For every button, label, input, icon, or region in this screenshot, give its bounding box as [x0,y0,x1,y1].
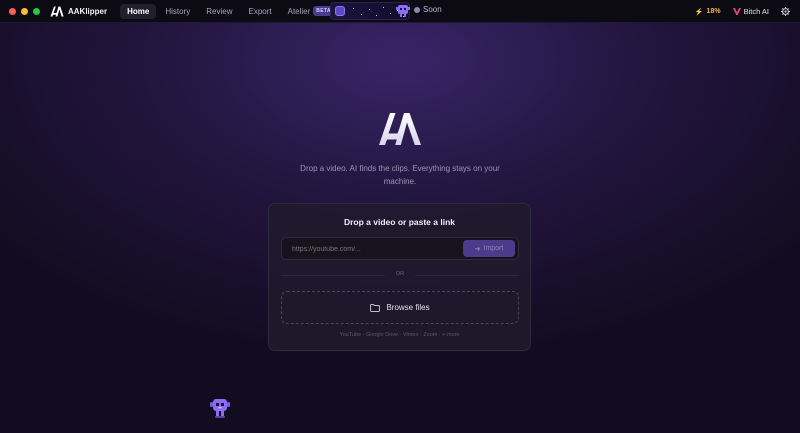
import-card-title: Drop a video or paste a link [343,217,455,227]
import-card[interactable]: Drop a video or paste a link ➜ Import OR… [268,203,531,351]
sparkle [353,8,354,9]
browse-files-button[interactable]: Browse files [281,291,519,324]
hero-logo-icon [379,113,421,145]
nav-export[interactable]: Export [241,4,278,19]
import-button[interactable]: ➜ Import [463,240,515,257]
bolt-icon: ⚡ [694,8,704,16]
hero-tagline: Drop a video. AI finds the clips. Everyt… [300,164,500,186]
v-logo-icon [732,8,741,15]
app-brand[interactable]: AAKlipper [50,6,107,17]
sparkle [390,13,391,14]
mascot-icon[interactable] [210,396,230,420]
nav-home[interactable]: Home [120,3,157,19]
sparkle [383,7,384,8]
ai-menu[interactable]: Bitch AI [732,7,769,16]
gear-icon[interactable] [781,7,790,16]
url-field[interactable]: ➜ Import [281,237,519,261]
maximize-window-button[interactable] [33,7,40,15]
credits-value: 18% [706,8,721,15]
nav-review[interactable]: Review [199,4,239,19]
folder-icon [370,303,381,312]
media-icon [335,6,345,16]
main-nav: Home History Review Export Atelier BETA [120,3,341,19]
mascot-small-icon [396,5,410,17]
or-divider-label: OR [385,271,415,277]
import-button-label: Import [483,245,504,252]
nav-atelier-label: Atelier [287,6,311,16]
url-input[interactable] [290,238,454,261]
sparkle [361,14,362,15]
nav-history[interactable]: History [158,4,197,19]
credits-indicator[interactable]: ⚡ 18% [695,8,721,16]
close-window-button[interactable] [9,7,16,15]
arrow-right-icon: ➜ [474,245,481,253]
soon-status: Soon [414,5,442,14]
app-logo-icon [50,6,64,16]
soon-label: Soon [423,5,442,14]
minimize-window-button[interactable] [21,7,28,15]
browse-files-label: Browse files [386,303,430,312]
window-controls [9,7,40,15]
soon-dot-icon [414,6,420,13]
ai-label: Bitch AI [743,7,769,16]
supported-sources: YouTube · Google Drive · Vimeo · Zoom · … [339,332,460,338]
app-name: AAKlipper [68,6,108,16]
sparkle [369,9,370,10]
sparkle [376,15,377,16]
account-controls: ⚡ 18% Bitch AI [695,0,790,23]
